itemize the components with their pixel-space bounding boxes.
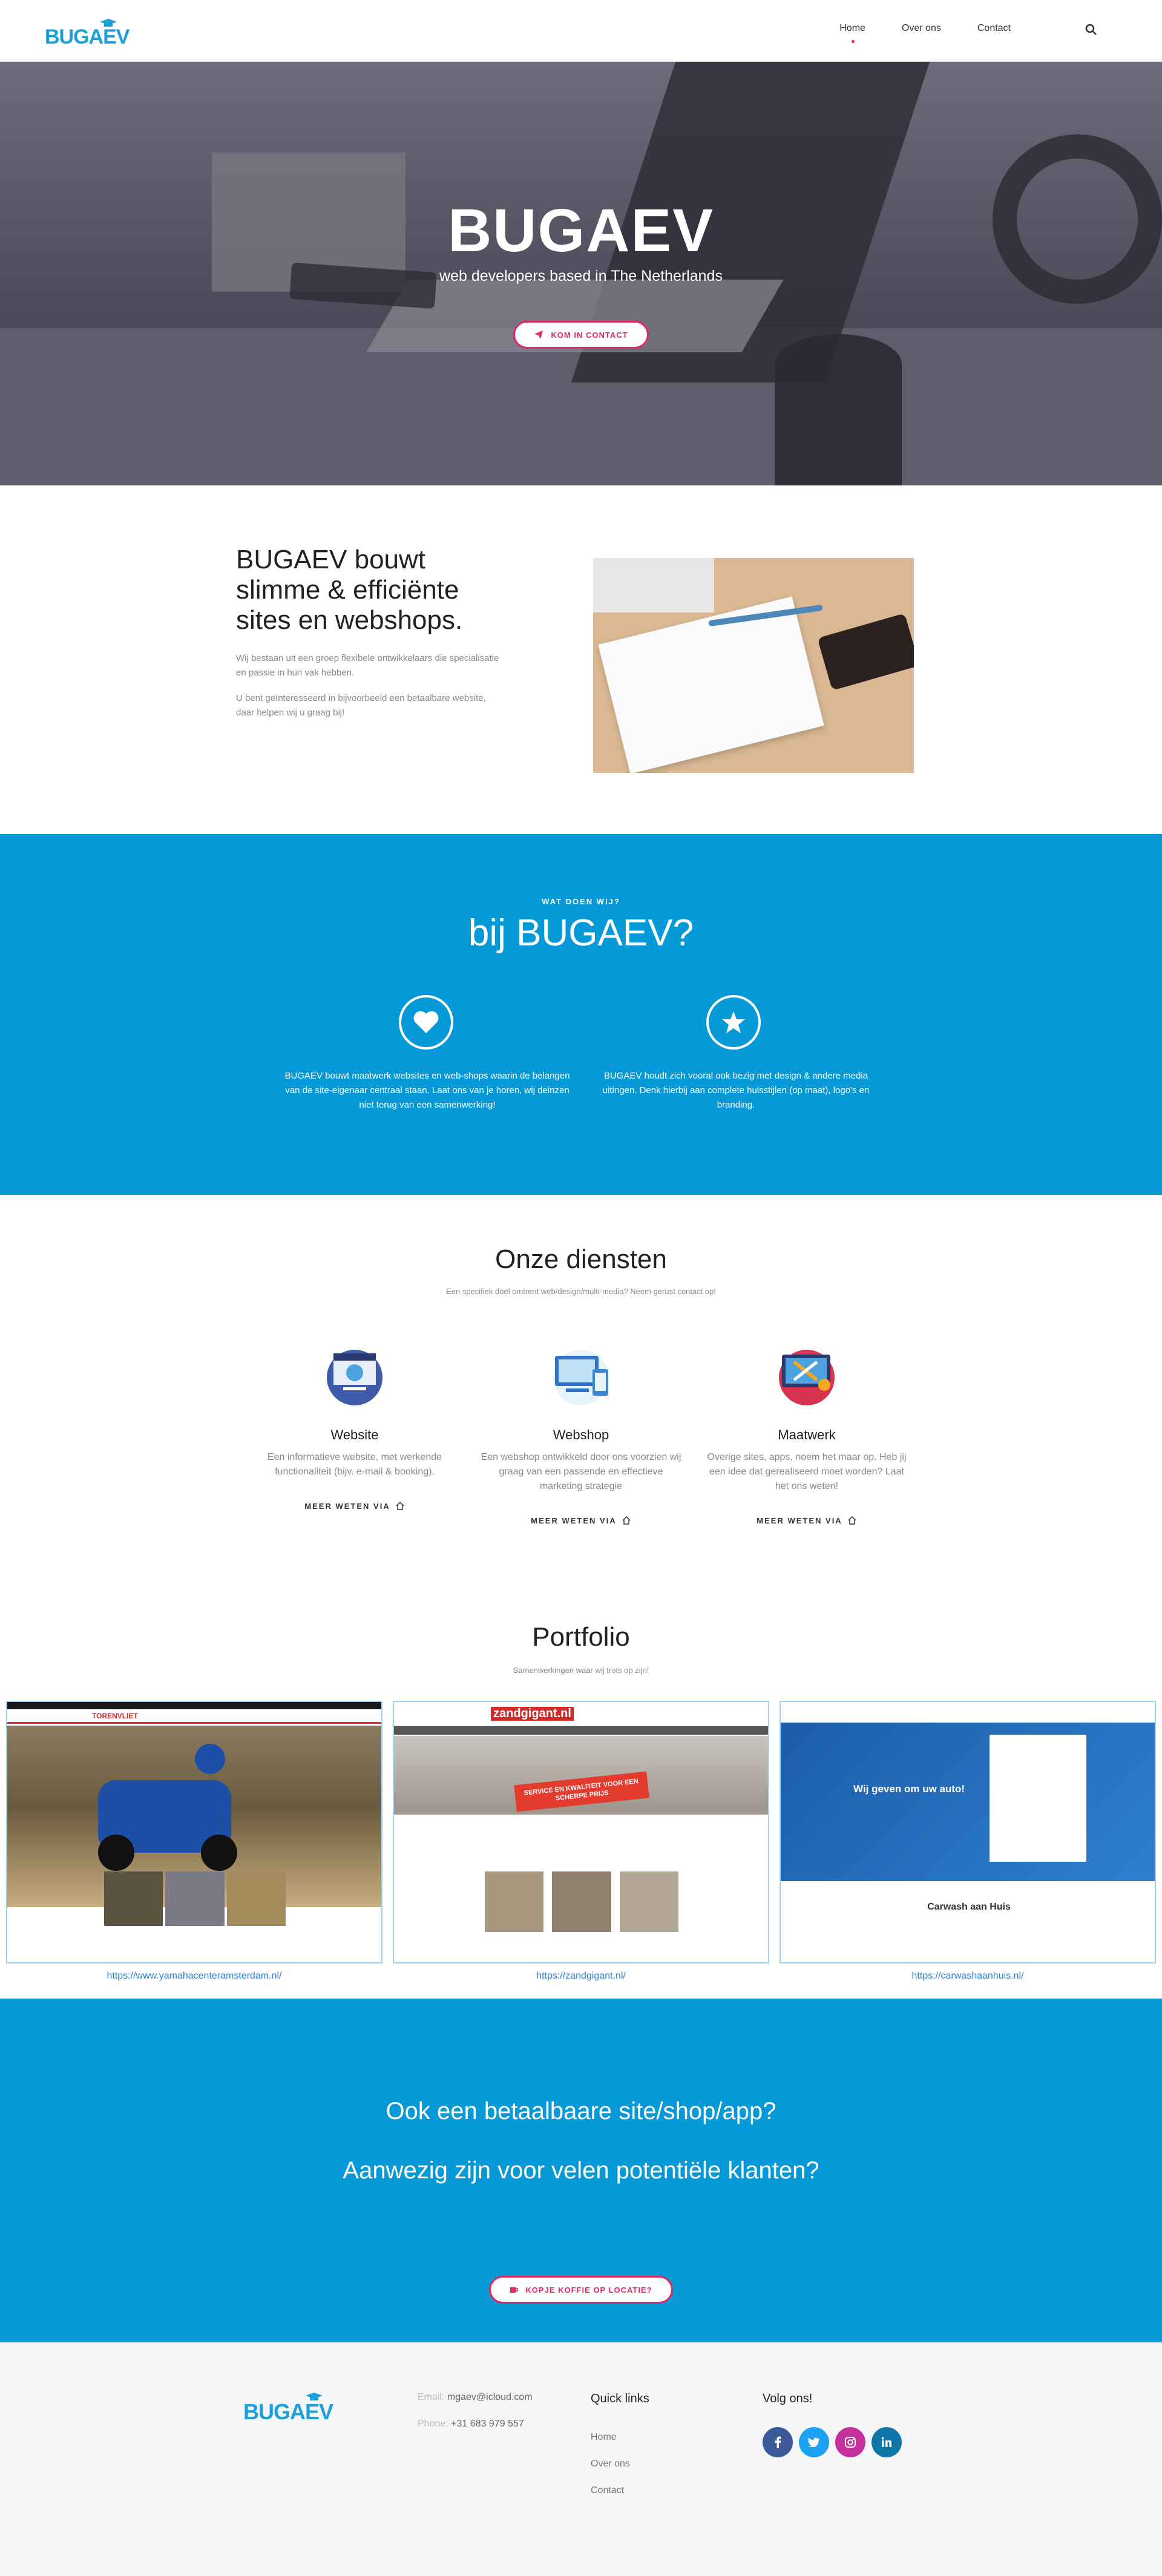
footer-link-over-ons[interactable]: Over ons — [591, 2459, 630, 2469]
top-navbar: BUGAEV Home Over ons Contact — [0, 0, 1162, 62]
pf1-header: TORENVLIET — [7, 1709, 381, 1724]
pf1-thumbnails — [104, 1871, 286, 1926]
site-logo[interactable]: BUGAEV — [45, 18, 130, 48]
pf3-footer-title: Carwash aan Huis — [927, 1902, 1011, 1912]
paper-plane-icon — [534, 330, 543, 339]
nav-link-over-ons[interactable]: Over ons — [902, 23, 941, 34]
service-website: Website Een informatieve website, met we… — [252, 1342, 458, 1512]
cta-line-1: Ook een betaalbaare site/shop/app? — [386, 2098, 776, 2124]
footer-phone-label: Phone: — [418, 2419, 448, 2429]
service-website-desc: Een informatieve website, met werkende f… — [267, 1452, 442, 1477]
service-website-link[interactable]: MEER WETEN VIA — [304, 1501, 404, 1511]
coffee-cup-icon — [510, 2287, 519, 2293]
footer-email-value[interactable]: mgaev@icloud.com — [447, 2392, 533, 2402]
portfolio-card-zandgigant[interactable]: zandgigant.nl SERVICE EN KWALITEIT VOOR … — [393, 1701, 769, 1963]
pf1-topbar — [7, 1702, 381, 1709]
intro-title: BUGAEV bouwt slimme & efficiënte sites e… — [236, 545, 463, 635]
portfolio-url-yamaha[interactable]: https://www.yamahacenteramsterdam.nl/ — [6, 1971, 382, 1982]
home-icon — [848, 1516, 856, 1525]
service-maatwerk-link[interactable]: MEER WETEN VIA — [757, 1516, 856, 1525]
service-maatwerk-link-label: MEER WETEN VIA — [757, 1516, 842, 1525]
hero-title: BUGAEV — [448, 197, 714, 264]
pf2-header: zandgigant.nl — [394, 1702, 768, 1726]
portfolio-title: Portfolio — [532, 1622, 630, 1652]
hero-banner: BUGAEV web developers based in The Nethe… — [0, 62, 1162, 485]
portfolio-subtitle: Samenwerkingen waar wij trots op zijn! — [513, 1666, 649, 1675]
footer-phone: Phone: +31 683 979 557 — [418, 2419, 524, 2430]
footer-quick-links-title: Quick links — [591, 2392, 649, 2405]
linkedin-icon[interactable] — [872, 2427, 902, 2457]
website-globe-icon — [321, 1342, 388, 1409]
star-icon — [706, 995, 761, 1050]
nav-link-contact[interactable]: Contact — [977, 23, 1011, 34]
intro-paragraph-2: U bent geïnteresseerd in bijvoorbeeld ee… — [236, 693, 486, 718]
service-maatwerk-title: Maatwerk — [778, 1427, 836, 1442]
pf1-brand: TORENVLIET — [92, 1712, 138, 1720]
intro-image-desk — [593, 558, 914, 773]
footer-phone-value[interactable]: +31 683 979 557 — [451, 2419, 524, 2429]
nav-link-home[interactable]: Home — [839, 23, 865, 43]
nav-menu: Home Over ons Contact — [839, 23, 1011, 43]
heart-icon — [399, 995, 453, 1050]
cta-section: Ook een betaalbaare site/shop/app? Aanwe… — [0, 1999, 1162, 2342]
services-subtitle: Een specifiek doel omtrent web/design/mu… — [446, 1287, 716, 1296]
service-website-title: Website — [330, 1427, 379, 1442]
hero-subtitle: web developers based in The Netherlands — [439, 268, 723, 284]
portfolio-card-carwash[interactable]: Wij geven om uw auto! Carwash aan Huis — [780, 1701, 1156, 1963]
service-website-link-label: MEER WETEN VIA — [304, 1501, 390, 1511]
pf3-header — [781, 1702, 1155, 1723]
service-webshop-link-label: MEER WETEN VIA — [531, 1516, 617, 1525]
portfolio-card-yamaha[interactable]: TORENVLIET — [6, 1701, 382, 1963]
footer-link-contact[interactable]: Contact — [591, 2485, 624, 2496]
hero-bg-cup — [775, 334, 902, 485]
coffee-cta-label: KOPJE KOFFIE OP LOCATIE? — [525, 2285, 652, 2295]
what-we-do-left-text: BUGAEV bouwt maatwerk websites en web-sh… — [284, 1071, 570, 1110]
intro-paragraph-1: Wij bestaan uit een groep flexibele ontw… — [236, 653, 499, 678]
service-webshop-title: Webshop — [553, 1427, 609, 1442]
logo-text: BUGAEV — [45, 25, 130, 48]
services-title: Onze diensten — [495, 1244, 667, 1274]
webshop-devices-icon — [548, 1342, 614, 1409]
pf2-banner-label: SERVICE EN KWALITEIT VOOR EEN SCHERPE PR… — [514, 1771, 649, 1812]
instagram-icon[interactable] — [835, 2427, 865, 2457]
what-we-do-kicker: WAT DOEN WIJ? — [542, 897, 620, 906]
search-icon[interactable] — [1085, 23, 1098, 36]
facebook-icon[interactable] — [763, 2427, 793, 2457]
what-we-do-title: bij BUGAEV? — [468, 912, 694, 954]
home-icon — [396, 1501, 404, 1510]
pf3-hero: Wij geven om uw auto! — [781, 1723, 1155, 1881]
service-webshop-desc: Een webshop ontwikkeld door ons voorzien… — [481, 1452, 681, 1491]
contact-cta-button[interactable]: KOM IN CONTACT — [513, 321, 649, 349]
service-webshop: Webshop Een webshop ontwikkeld door ons … — [478, 1342, 684, 1526]
pf3-headline: Wij geven om uw auto! — [853, 1783, 965, 1795]
pf1-rider — [195, 1744, 225, 1774]
service-webshop-link[interactable]: MEER WETEN VIA — [531, 1516, 631, 1525]
footer-social-title: Volg ons! — [763, 2392, 813, 2405]
footer-link-home[interactable]: Home — [591, 2432, 617, 2443]
service-maatwerk-desc: Overige sites, apps, noem het maar op. H… — [707, 1452, 907, 1491]
footer-email: Email: mgaev@icloud.com — [418, 2392, 533, 2403]
coffee-cta-button[interactable]: KOPJE KOFFIE OP LOCATIE? — [489, 2276, 673, 2304]
service-maatwerk: Maatwerk Overige sites, apps, noem het m… — [704, 1342, 910, 1526]
cta-line-2: Aanwezig zijn voor velen potentiële klan… — [343, 2157, 819, 2184]
twitter-icon[interactable] — [799, 2427, 829, 2457]
portfolio-url-carwash[interactable]: https://carwashaanhuis.nl/ — [780, 1971, 1156, 1982]
pf2-brand: zandgigant.nl — [491, 1707, 574, 1721]
footer-email-label: Email: — [418, 2392, 445, 2402]
what-we-do-section: WAT DOEN WIJ? bij BUGAEV? BUGAEV bouwt m… — [0, 834, 1162, 1195]
portfolio-url-zandgigant[interactable]: https://zandgigant.nl/ — [393, 1971, 769, 1982]
maatwerk-tools-icon — [773, 1342, 840, 1409]
footer-logo[interactable]: BUGAEV — [243, 2392, 334, 2424]
pf2-menu — [394, 1726, 768, 1735]
pf3-form — [990, 1735, 1086, 1862]
site-footer: BUGAEV Email: mgaev@icloud.com Phone: +3… — [0, 2342, 1162, 2576]
footer-logo-text: BUGAEV — [243, 2399, 333, 2424]
what-we-do-right-text: BUGAEV houdt zich vooral ook bezig met d… — [602, 1071, 870, 1110]
home-icon — [622, 1516, 631, 1525]
pf2-sand-banner: SERVICE EN KWALITEIT VOOR EEN SCHERPE PR… — [394, 1736, 768, 1815]
contact-cta-label: KOM IN CONTACT — [551, 330, 628, 340]
pf2-products — [485, 1871, 678, 1932]
